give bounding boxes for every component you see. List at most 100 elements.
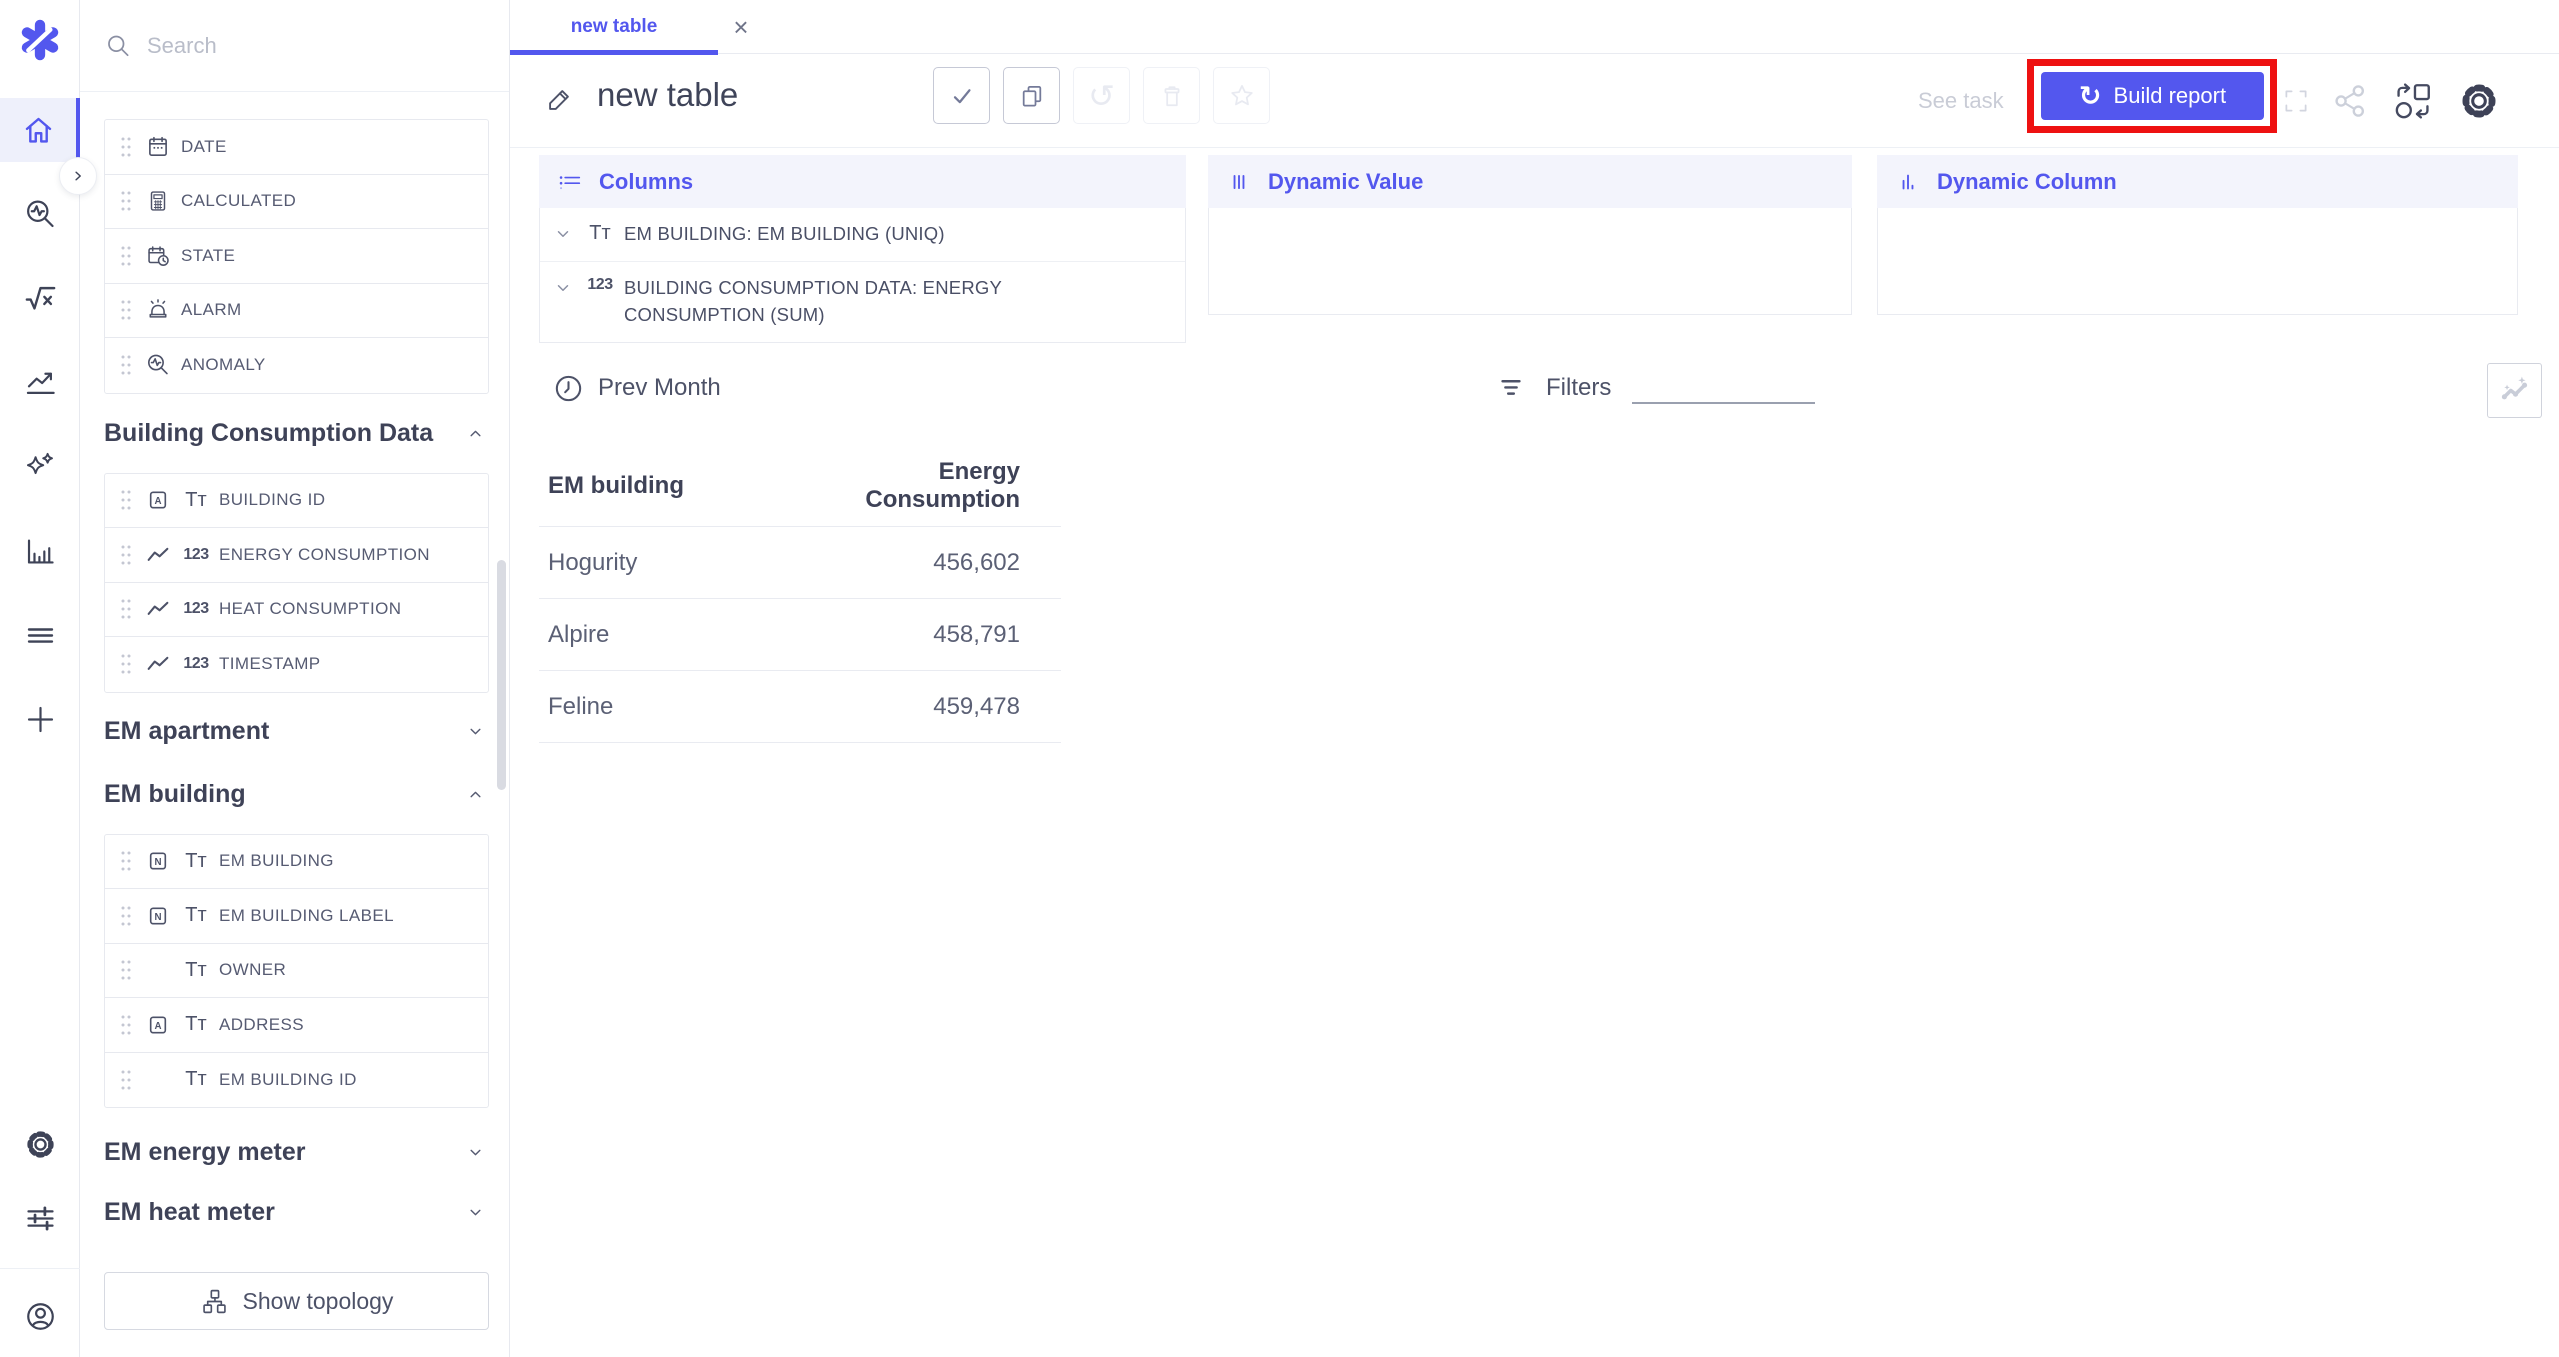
columns-item-label: EM BUILDING: EM BUILDING (UNIQ) bbox=[624, 221, 945, 248]
show-topology-button[interactable]: Show topology bbox=[104, 1272, 489, 1330]
trash-icon bbox=[1158, 82, 1186, 110]
field-item-heat-consumption[interactable]: 123HEAT CONSUMPTION bbox=[105, 583, 488, 638]
cell-energy-consumption: 456,602 bbox=[831, 549, 1061, 577]
section-header-em-building[interactable]: EM building bbox=[104, 775, 489, 815]
tab-close-icon[interactable]: × bbox=[724, 0, 758, 54]
section-header-em-energy-meter[interactable]: EM energy meter bbox=[104, 1132, 489, 1172]
rail-item-bar-chart[interactable] bbox=[0, 523, 80, 579]
rail-item-formula[interactable] bbox=[0, 270, 80, 326]
field-item-alarm[interactable]: ALARM bbox=[105, 284, 488, 339]
field-item-em-building-label[interactable]: NTтEM BUILDING LABEL bbox=[105, 889, 488, 944]
field-item-em-building-id[interactable]: TтEM BUILDING ID bbox=[105, 1053, 488, 1108]
dynamic-column-label: Dynamic Column bbox=[1937, 169, 2117, 195]
edit-pencil-icon[interactable] bbox=[543, 84, 575, 116]
field-item-anomaly[interactable]: ANOMALY bbox=[105, 338, 488, 393]
field-item-em-building[interactable]: NTтEM BUILDING bbox=[105, 835, 488, 890]
section-header-em-apartment[interactable]: EM apartment bbox=[104, 712, 489, 752]
fullscreen-button[interactable] bbox=[2272, 54, 2320, 148]
dynamic-value-header[interactable]: Dynamic Value bbox=[1208, 155, 1852, 208]
report-table: EM building Energy Consumption Hogurity4… bbox=[539, 446, 1061, 743]
section-header-em-heat-meter[interactable]: EM heat meter bbox=[104, 1192, 489, 1232]
field-label: EM BUILDING bbox=[219, 851, 334, 871]
field-item-address[interactable]: ATтADDRESS bbox=[105, 998, 488, 1053]
section-header-building-consumption-data[interactable]: Building Consumption Data bbox=[104, 414, 489, 454]
field-label: STATE bbox=[181, 246, 235, 266]
boxed-a-icon: A bbox=[145, 487, 171, 513]
tt-icon: Tт bbox=[185, 1068, 206, 1091]
favorite-button[interactable] bbox=[1213, 67, 1270, 124]
settings-button[interactable] bbox=[2455, 54, 2503, 148]
rail-item-add[interactable] bbox=[0, 692, 80, 748]
sidebar-scrollbar[interactable] bbox=[497, 560, 506, 790]
columns-panel: Columns TтEM BUILDING: EM BUILDING (UNIQ… bbox=[539, 155, 1186, 343]
filters-input[interactable] bbox=[1632, 370, 1815, 404]
duplicate-button[interactable] bbox=[1003, 67, 1060, 124]
rail-item-menu[interactable] bbox=[0, 608, 80, 664]
columns-item-label: BUILDING CONSUMPTION DATA: ENERGY CONSUM… bbox=[624, 275, 1124, 329]
dynamic-value-panel: Dynamic Value bbox=[1208, 155, 1852, 315]
revert-button[interactable]: ↺ bbox=[1073, 67, 1130, 124]
share-button[interactable] bbox=[2326, 54, 2374, 148]
column-header-em-building: EM building bbox=[539, 472, 831, 500]
field-item-building-id[interactable]: ATтBUILDING ID bbox=[105, 474, 488, 529]
tab-label: new table bbox=[571, 16, 658, 38]
sparkles-icon bbox=[23, 449, 58, 484]
rail-item-home[interactable] bbox=[0, 98, 80, 162]
tab-new-table[interactable]: new table bbox=[510, 0, 718, 54]
field-item-state[interactable]: STATE bbox=[105, 229, 488, 284]
rail-item-trend[interactable] bbox=[0, 355, 80, 411]
columns-panel-header[interactable]: Columns bbox=[539, 155, 1186, 208]
delete-button[interactable] bbox=[1143, 67, 1200, 124]
sidebar-expand-button[interactable] bbox=[59, 157, 97, 195]
convert-button[interactable] bbox=[2389, 54, 2437, 148]
see-task-label: See task bbox=[1918, 54, 2004, 148]
field-item-date[interactable]: DATE bbox=[105, 120, 488, 175]
rail-item-profile[interactable] bbox=[0, 1288, 80, 1344]
rail-item-ai-sparkles[interactable] bbox=[0, 439, 80, 495]
trend-small-icon bbox=[145, 596, 171, 622]
period-selector[interactable]: Prev Month bbox=[552, 366, 721, 410]
field-label: OWNER bbox=[219, 960, 286, 980]
field-item-owner[interactable]: TтOWNER bbox=[105, 944, 488, 999]
cell-energy-consumption: 458,791 bbox=[831, 621, 1061, 649]
apply-button[interactable] bbox=[933, 67, 990, 124]
field-item-timestamp[interactable]: 123TIMESTAMP bbox=[105, 637, 488, 692]
drag-handle-icon bbox=[119, 188, 133, 214]
drag-handle-icon bbox=[119, 487, 133, 513]
dynamic-value-dropzone[interactable] bbox=[1208, 208, 1852, 315]
calendar-clock-icon bbox=[145, 243, 171, 269]
rail-item-preferences[interactable] bbox=[0, 1190, 80, 1246]
bars-equal-icon bbox=[1226, 169, 1252, 195]
home-icon bbox=[21, 113, 56, 148]
sliders-icon bbox=[23, 1201, 58, 1236]
columns-item[interactable]: TтEM BUILDING: EM BUILDING (UNIQ) bbox=[540, 208, 1185, 262]
app-logo[interactable] bbox=[0, 0, 80, 80]
field-item-energy-consumption[interactable]: 123ENERGY CONSUMPTION bbox=[105, 528, 488, 583]
filters-control[interactable]: Filters bbox=[1493, 366, 1611, 410]
field-label: CALCULATED bbox=[181, 191, 296, 211]
section-title: EM energy meter bbox=[104, 1138, 305, 1167]
chevron-up-icon bbox=[464, 422, 487, 445]
cell-em-building: Feline bbox=[539, 693, 831, 721]
sidebar-scroll-area: DATE CALCULATED STATE ALARMANOMALY Building … bbox=[80, 92, 509, 1357]
gear-icon bbox=[23, 1127, 58, 1162]
field-item-calculated[interactable]: CALCULATED bbox=[105, 175, 488, 230]
drag-handle-icon bbox=[119, 297, 133, 323]
field-label: ENERGY CONSUMPTION bbox=[219, 545, 430, 565]
dynamic-column-dropzone[interactable] bbox=[1877, 208, 2518, 315]
build-report-button[interactable]: ↻ Build report bbox=[2041, 72, 2264, 120]
drag-handle-icon bbox=[119, 848, 133, 874]
dynamic-column-header[interactable]: Dynamic Column bbox=[1877, 155, 2518, 208]
title-bar: new table ↺ See task ↻ Build report bbox=[510, 54, 2559, 148]
insight-chart-button[interactable] bbox=[2487, 363, 2542, 418]
columns-item[interactable]: 123BUILDING CONSUMPTION DATA: ENERGY CON… bbox=[540, 262, 1185, 342]
calendar-icon bbox=[145, 134, 171, 160]
rail-item-settings[interactable] bbox=[0, 1116, 80, 1172]
bar-chart-icon bbox=[23, 534, 58, 569]
rail-item-anomaly-search[interactable] bbox=[0, 186, 80, 242]
tt-icon: Tт bbox=[185, 904, 206, 927]
search-input[interactable] bbox=[147, 33, 485, 59]
filter-lines-icon bbox=[1493, 370, 1529, 406]
tt-icon: Tт bbox=[185, 489, 206, 512]
cell-em-building: Alpire bbox=[539, 621, 831, 649]
